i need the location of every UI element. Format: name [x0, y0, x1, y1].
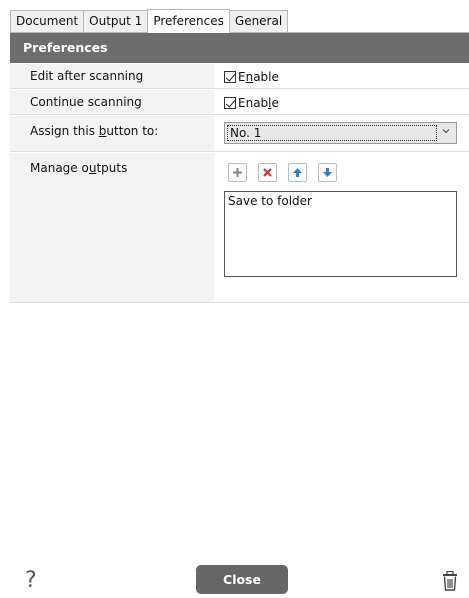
move-down-button[interactable] — [318, 163, 337, 182]
trash-icon[interactable] — [442, 571, 458, 591]
row-assign-button: Assign this button to: No. 1 — [10, 116, 469, 152]
row-manage-outputs: Manage outputs Save to folder — [10, 153, 469, 303]
section-header: Preferences — [10, 33, 469, 63]
checkbox-checked-icon[interactable] — [224, 97, 236, 109]
tab-bar: Document Output 1 Preferences General — [10, 9, 289, 33]
select-value: No. 1 — [227, 125, 437, 141]
manage-outputs-label: Manage outputs — [30, 161, 128, 175]
move-up-button[interactable] — [288, 163, 307, 182]
help-icon[interactable]: ? — [25, 568, 37, 593]
edit-after-scanning-label: Edit after scanning — [30, 69, 144, 83]
tab-document[interactable]: Document — [10, 10, 85, 32]
checkbox-label: Enable — [238, 70, 279, 84]
assign-button-label: Assign this button to: — [30, 124, 159, 138]
edit-after-scanning-value: Enable — [214, 64, 469, 88]
tab-preferences[interactable]: Preferences — [147, 9, 230, 33]
row-edit-after-scanning: Edit after scanning Enable — [10, 64, 469, 89]
edit-after-scanning-checkbox[interactable]: Enable — [224, 70, 279, 84]
checkbox-checked-icon[interactable] — [224, 71, 236, 83]
move-down-icon — [323, 168, 332, 177]
section-title: Preferences — [23, 40, 108, 55]
continue-scanning-checkbox[interactable]: Enable — [224, 96, 279, 110]
tab-output-1[interactable]: Output 1 — [83, 10, 149, 32]
add-output-button[interactable] — [228, 163, 247, 182]
remove-output-button[interactable] — [258, 163, 277, 182]
move-up-icon — [293, 168, 302, 177]
close-button[interactable]: Close — [196, 565, 288, 594]
preferences-panel: Preferences Edit after scanning Enable C… — [10, 32, 469, 560]
chevron-down-icon — [442, 129, 450, 134]
continue-scanning-value: Enable — [214, 90, 469, 114]
list-item[interactable]: Save to folder — [228, 194, 453, 208]
manage-outputs-value: Save to folder — [214, 153, 469, 302]
plus-icon — [233, 168, 242, 177]
row-continue-scanning: Continue scanning Enable — [10, 90, 469, 115]
tab-general[interactable]: General — [228, 10, 289, 32]
outputs-list[interactable]: Save to folder — [224, 191, 457, 277]
checkbox-label: Enable — [238, 96, 279, 110]
continue-scanning-label: Continue scanning — [30, 95, 142, 109]
remove-icon — [263, 168, 272, 177]
assign-button-select[interactable]: No. 1 — [224, 122, 457, 144]
assign-button-value: No. 1 — [214, 116, 469, 151]
